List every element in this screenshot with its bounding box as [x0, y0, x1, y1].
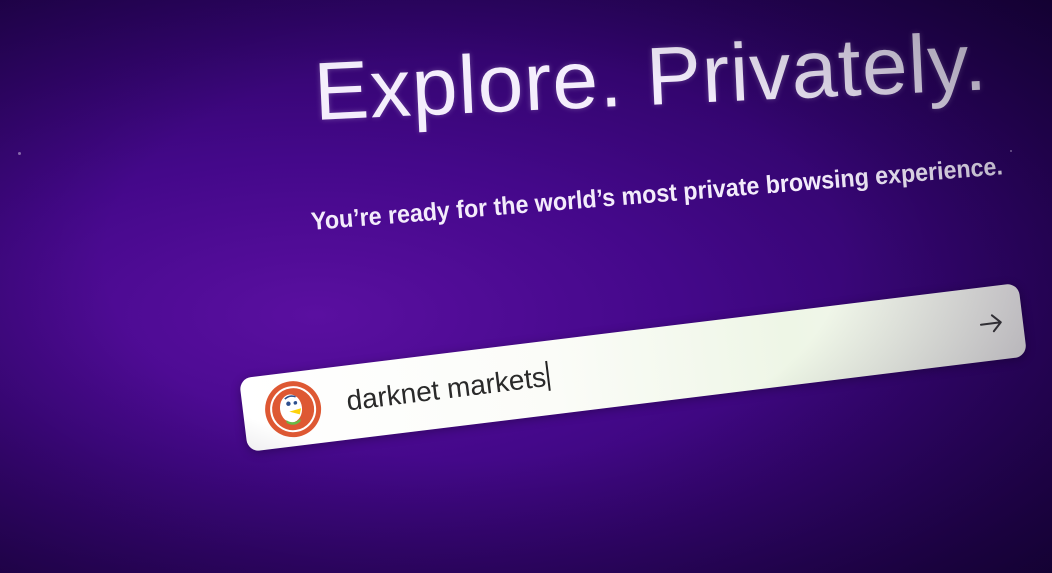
submit-search-button[interactable]: [973, 306, 1010, 340]
welcome-screen: Explore. Privately. You’re ready for the…: [0, 0, 1052, 573]
duckduckgo-logo-icon: [261, 377, 325, 441]
dust-speck: [1010, 150, 1012, 152]
search-input-value: darknet markets: [344, 361, 548, 417]
search-bar[interactable]: darknet markets: [238, 282, 1028, 452]
dust-speck: [18, 152, 21, 155]
page-headline: Explore. Privately.: [312, 16, 990, 138]
page-subtitle: You’re ready for the world’s most privat…: [310, 152, 1004, 236]
search-input[interactable]: darknet markets: [344, 360, 551, 418]
arrow-right-icon: [979, 314, 1002, 333]
